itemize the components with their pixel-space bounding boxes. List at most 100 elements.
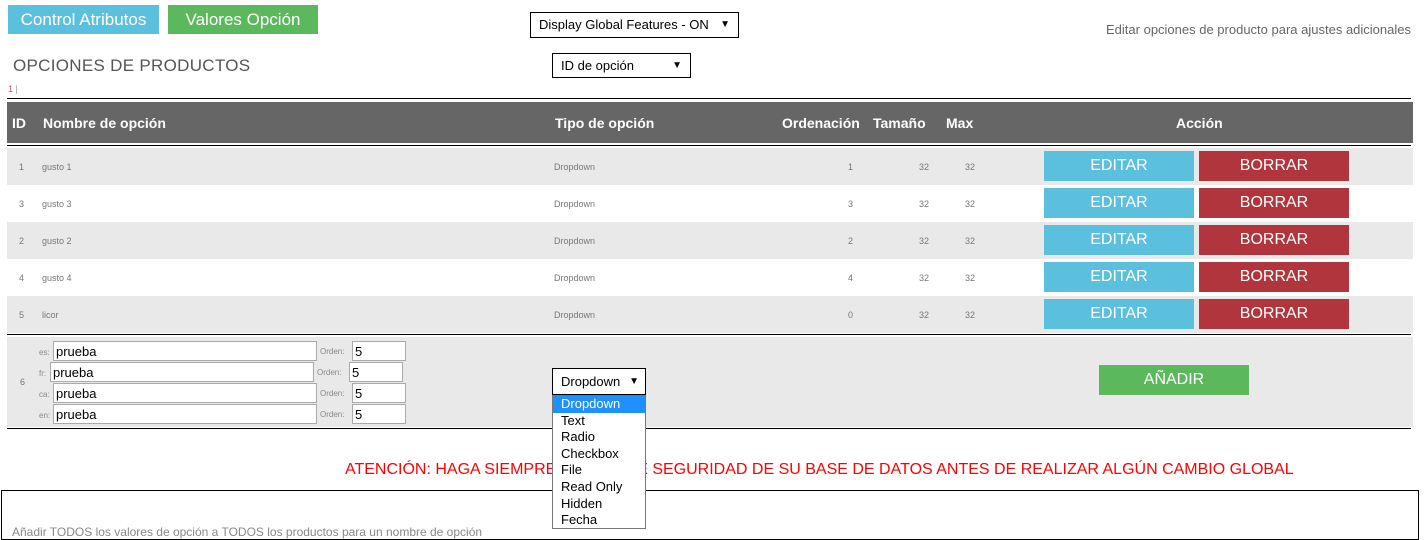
option-type-item[interactable]: File bbox=[553, 462, 645, 479]
divider bbox=[7, 145, 1411, 146]
delete-button[interactable]: BORRAR bbox=[1199, 262, 1349, 292]
edit-button[interactable]: EDITAR bbox=[1044, 262, 1194, 292]
chevron-down-icon: ▼ bbox=[720, 19, 730, 30]
row-type: Dropdown bbox=[554, 199, 596, 209]
option-type-select[interactable]: Dropdown ▼ bbox=[552, 368, 646, 395]
row-name: gusto 4 bbox=[42, 273, 72, 283]
edit-button[interactable]: EDITAR bbox=[1044, 188, 1194, 218]
order-input-en[interactable] bbox=[352, 404, 406, 424]
row-max: 32 bbox=[965, 162, 976, 172]
header-max: Max bbox=[946, 115, 974, 131]
table-row: 3 gusto 3 Dropdown 3 32 32 EDITAR BORRAR bbox=[7, 185, 1413, 222]
chevron-down-icon: ▼ bbox=[629, 376, 639, 387]
order-input-ca[interactable] bbox=[352, 383, 406, 403]
header-type: Tipo de opción bbox=[555, 115, 655, 131]
row-name: gusto 3 bbox=[42, 199, 72, 209]
table-header: ID Nombre de opción Tipo de opción Orden… bbox=[7, 102, 1413, 143]
row-size: 32 bbox=[919, 236, 930, 246]
option-type-item[interactable]: Dropdown bbox=[553, 396, 645, 413]
header-id: ID bbox=[12, 115, 26, 131]
row-id: 5 bbox=[19, 310, 25, 320]
row-name: gusto 1 bbox=[42, 162, 72, 172]
new-option-id: 6 bbox=[20, 377, 26, 387]
divider bbox=[7, 428, 1411, 429]
global-actions-box: Añadir TODOS los valores de opción a TOD… bbox=[1, 490, 1419, 540]
header-name: Nombre de opción bbox=[43, 115, 166, 131]
header-order: Ordenación bbox=[782, 115, 860, 131]
order-input-es[interactable] bbox=[352, 341, 406, 361]
row-type: Dropdown bbox=[554, 162, 596, 172]
delete-button[interactable]: BORRAR bbox=[1199, 299, 1349, 329]
row-order: 4 bbox=[848, 273, 854, 283]
option-name-input-ca[interactable] bbox=[53, 383, 317, 403]
option-type-item[interactable]: Hidden bbox=[553, 496, 645, 513]
lang-code: es: bbox=[39, 348, 50, 357]
option-type-item[interactable]: Checkbox bbox=[553, 446, 645, 463]
delete-button[interactable]: BORRAR bbox=[1199, 151, 1349, 181]
row-order: 0 bbox=[848, 310, 854, 320]
row-type: Dropdown bbox=[554, 310, 596, 320]
row-id: 3 bbox=[19, 199, 25, 209]
valores-opcion-button[interactable]: Valores Opción bbox=[168, 5, 318, 34]
order-label: Orden: bbox=[320, 410, 345, 419]
sort-select[interactable]: ID de opción ▼ bbox=[552, 53, 691, 78]
add-button[interactable]: AÑADIR bbox=[1099, 365, 1249, 395]
row-order: 1 bbox=[848, 162, 854, 172]
header-size: Tamaño bbox=[873, 115, 926, 131]
row-max: 32 bbox=[965, 310, 976, 320]
order-label: Orden: bbox=[320, 389, 345, 398]
table-row: 5 licor Dropdown 0 32 32 EDITAR BORRAR bbox=[7, 296, 1413, 333]
option-type-dropdown-list: Dropdown Text Radio Checkbox File Read O… bbox=[552, 395, 646, 529]
row-name: licor bbox=[42, 310, 59, 320]
lang-code: ca: bbox=[39, 390, 50, 399]
order-input-fr[interactable] bbox=[349, 362, 403, 382]
row-size: 32 bbox=[919, 162, 930, 172]
global-features-select[interactable]: Display Global Features - ON ▼ bbox=[530, 12, 739, 38]
row-type: Dropdown bbox=[554, 236, 596, 246]
row-order: 2 bbox=[848, 236, 854, 246]
table-row: 4 gusto 4 Dropdown 4 32 32 EDITAR BORRAR bbox=[7, 259, 1413, 296]
option-name-input-en[interactable] bbox=[53, 404, 317, 424]
option-type-item[interactable]: Radio bbox=[553, 429, 645, 446]
header-action: Acción bbox=[1176, 115, 1223, 131]
row-name: gusto 2 bbox=[42, 236, 72, 246]
row-id: 2 bbox=[19, 236, 25, 246]
delete-button[interactable]: BORRAR bbox=[1199, 188, 1349, 218]
lang-code: en: bbox=[39, 411, 51, 420]
pagination: 1 | bbox=[8, 84, 18, 94]
option-name-input-fr[interactable] bbox=[50, 362, 314, 382]
lang-code: fr: bbox=[39, 369, 47, 378]
row-id: 4 bbox=[19, 273, 25, 283]
table-row: 2 gusto 2 Dropdown 2 32 32 EDITAR BORRAR bbox=[7, 222, 1413, 259]
option-type-value: Dropdown bbox=[561, 374, 621, 389]
edit-button[interactable]: EDITAR bbox=[1044, 151, 1194, 181]
row-max: 32 bbox=[965, 273, 976, 283]
table-row: 1 gusto 1 Dropdown 1 32 32 EDITAR BORRAR bbox=[7, 148, 1413, 185]
edit-button[interactable]: EDITAR bbox=[1044, 225, 1194, 255]
order-label: Orden: bbox=[320, 347, 345, 356]
control-atributos-button[interactable]: Control Atributos bbox=[8, 5, 159, 34]
pager-separator: | bbox=[15, 84, 18, 94]
backup-warning: ATENCIÓN: HAGA SIEMPRE COPIAS DE SEGURID… bbox=[345, 461, 1294, 478]
order-label: Orden: bbox=[317, 368, 342, 377]
delete-button[interactable]: BORRAR bbox=[1199, 225, 1349, 255]
row-size: 32 bbox=[919, 310, 930, 320]
option-type-item[interactable]: Read Only bbox=[553, 479, 645, 496]
edit-button[interactable]: EDITAR bbox=[1044, 299, 1194, 329]
option-name-input-es[interactable] bbox=[53, 341, 317, 361]
chevron-down-icon: ▼ bbox=[672, 60, 682, 71]
row-order: 3 bbox=[848, 199, 854, 209]
sort-select-value: ID de opción bbox=[561, 58, 634, 73]
row-max: 32 bbox=[965, 236, 976, 246]
page-link-current[interactable]: 1 bbox=[8, 84, 13, 94]
row-size: 32 bbox=[919, 199, 930, 209]
page-title: OPCIONES DE PRODUCTOS bbox=[13, 56, 251, 75]
global-features-value: Display Global Features - ON bbox=[539, 17, 709, 32]
option-type-item[interactable]: Text bbox=[553, 413, 645, 430]
row-size: 32 bbox=[919, 273, 930, 283]
option-type-item[interactable]: Fecha bbox=[553, 512, 645, 528]
row-id: 1 bbox=[19, 162, 25, 172]
row-max: 32 bbox=[965, 199, 976, 209]
add-all-values-text: Añadir TODOS los valores de opción a TOD… bbox=[12, 525, 483, 539]
divider bbox=[7, 98, 1411, 99]
